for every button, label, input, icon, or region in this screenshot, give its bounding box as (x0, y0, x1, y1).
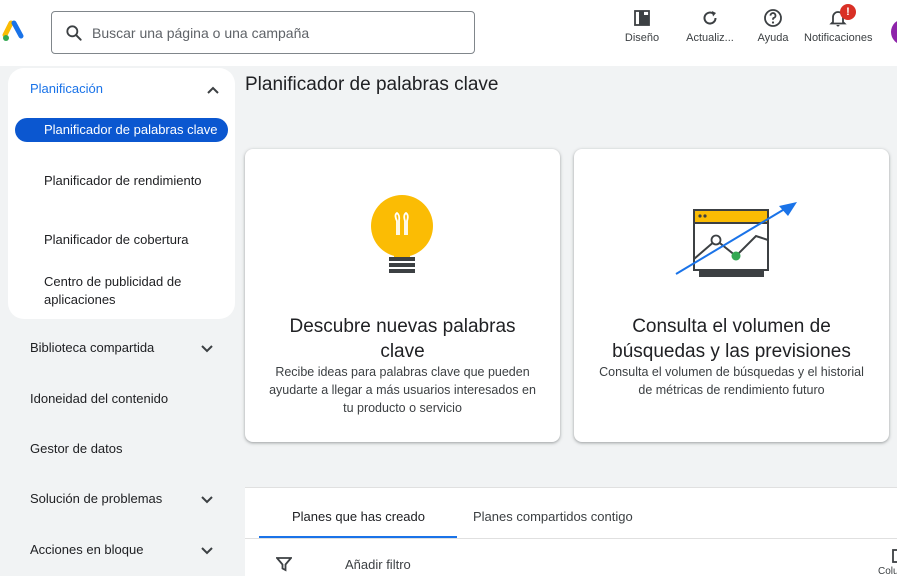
add-filter-button[interactable]: Añadir filtro (345, 557, 411, 572)
refresh-button[interactable]: Actualiz... (681, 8, 739, 45)
chevron-down-icon (201, 496, 213, 504)
notifications-button[interactable]: ! Notificaciones (804, 4, 873, 45)
sidebar-item-label: Acciones en bloque (30, 542, 144, 557)
card-title: Descubre nuevas palabras clave (289, 316, 516, 362)
nav-item-keyword-planner[interactable]: Planificador de palabras clave (15, 118, 228, 142)
planning-section-header[interactable]: Planificación (30, 81, 220, 101)
google-ads-logo-icon[interactable] (2, 20, 26, 44)
sidebar-item-label: Solución de problemas (30, 491, 163, 506)
card-description: Consulta el volumen de búsquedas y el hi… (599, 365, 864, 397)
card-description: Recibe ideas para palabras clave que pue… (269, 365, 536, 415)
appearance-button[interactable]: Diseño (622, 8, 662, 45)
columns-icon (891, 549, 897, 563)
nav-item-reach-planner[interactable]: Planificador de cobertura (15, 231, 228, 249)
lightbulb-icon (371, 195, 433, 273)
sidebar-item-data-manager[interactable]: Gestor de datos (30, 439, 214, 459)
chevron-down-icon (201, 547, 213, 555)
search-icon (66, 24, 82, 41)
nav-item-app-advertising-hub[interactable]: Centro de publicidad de aplicaciones (15, 273, 228, 309)
tab-shared-plans[interactable]: Planes compartidos contigo (473, 509, 633, 524)
chevron-down-icon (201, 345, 213, 353)
sidebar-item-troubleshooting[interactable]: Solución de problemas (30, 489, 214, 509)
sidebar-item-label: Biblioteca compartida (30, 340, 155, 355)
tab-my-plans[interactable]: Planes que has creado (292, 509, 425, 524)
search-box[interactable] (51, 11, 475, 54)
trend-chart-icon (675, 202, 797, 277)
sidebar-item-content-suitability[interactable]: Idoneidad del contenido (30, 389, 214, 409)
discover-keywords-card[interactable]: Descubre nuevas palabras clave Recibe id… (245, 149, 560, 442)
notification-badge: ! (840, 4, 856, 20)
appearance-icon (634, 10, 650, 26)
help-button[interactable]: Ayuda (754, 8, 792, 45)
avatar[interactable] (891, 19, 897, 45)
notifications-label: Notificaciones (804, 32, 873, 44)
nav-item-label: Centro de publicidad de aplicaciones (44, 274, 182, 307)
nav-item-label: Planificador de rendimiento (44, 173, 202, 188)
tabs-divider (245, 538, 897, 539)
nav-item-performance-planner[interactable]: Planificador de rendimiento (15, 172, 228, 190)
columns-label: Columnas (878, 566, 897, 576)
planning-nav-section: Planificación Planificador de palabras c… (8, 68, 235, 319)
planning-section-title: Planificación (30, 81, 103, 96)
search-volume-forecast-card[interactable]: Consulta el volumen de búsquedas y las p… (574, 149, 889, 442)
plans-panel: Planes que has creado Planes compartidos… (245, 487, 897, 576)
sidebar-item-bulk-actions[interactable]: Acciones en bloque (30, 540, 214, 560)
nav-item-label: Planificador de cobertura (44, 232, 189, 247)
columns-button[interactable]: Columnas (878, 549, 897, 576)
nav-item-label: Planificador de palabras clave (44, 122, 218, 137)
refresh-label: Actualiz... (686, 32, 734, 44)
filter-icon[interactable] (276, 556, 292, 572)
help-label: Ayuda (757, 32, 789, 44)
refresh-icon (703, 11, 717, 25)
sidebar-item-label: Gestor de datos (30, 441, 123, 456)
search-input[interactable] (92, 24, 452, 41)
card-title: Consulta el volumen de búsquedas y las p… (612, 316, 851, 362)
help-icon (764, 9, 782, 27)
page-title: Planificador de palabras clave (245, 74, 499, 95)
chevron-up-icon (207, 86, 219, 94)
sidebar-item-shared-library[interactable]: Biblioteca compartida (30, 338, 214, 358)
appearance-label: Diseño (624, 32, 660, 44)
top-bar: Diseño Actualiz... Ayuda ! Notificacione… (0, 0, 897, 66)
sidebar-item-label: Idoneidad del contenido (30, 391, 169, 406)
